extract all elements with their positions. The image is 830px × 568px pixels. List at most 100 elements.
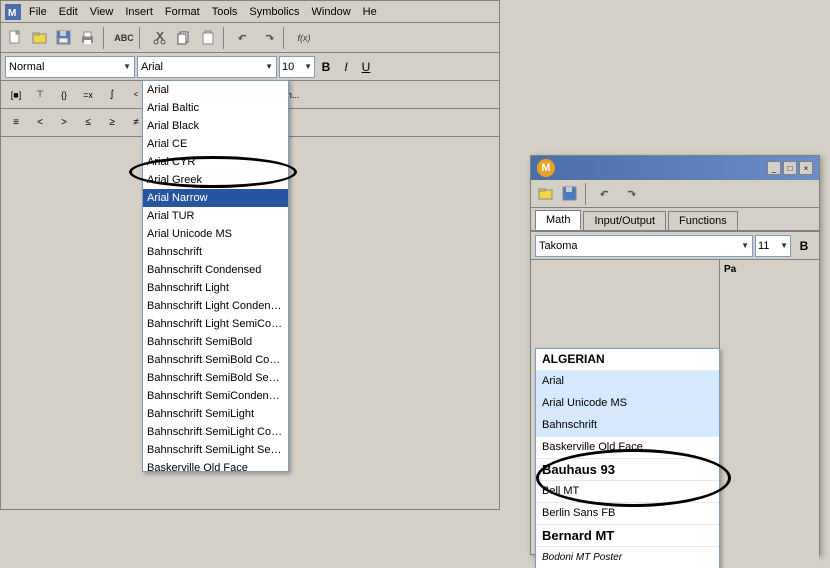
font-item-arial-baltic[interactable]: Arial Baltic xyxy=(143,99,288,117)
menu-edit[interactable]: Edit xyxy=(55,6,82,18)
sec-maximize-btn[interactable]: □ xyxy=(783,161,797,175)
sec-titlebar: M _ □ × xyxy=(531,156,819,180)
font-item-arial-unicode[interactable]: Arial Unicode MS xyxy=(143,225,288,243)
menu-symbolics[interactable]: Symbolics xyxy=(245,6,303,18)
sec-font-algerian[interactable]: ALGERIAN xyxy=(536,349,719,371)
cut-button[interactable] xyxy=(149,27,171,49)
font-list-scroll[interactable]: Arial Arial Baltic Arial Black Arial CE … xyxy=(143,81,288,471)
integral-btn[interactable]: ∫ xyxy=(101,84,123,106)
font-item-arial-cyr[interactable]: Arial CYR xyxy=(143,153,288,171)
font-item-bahnschrift-scond[interactable]: Bahnschrift SemiCondensed xyxy=(143,387,288,405)
menu-view[interactable]: View xyxy=(86,6,118,18)
sec-font-value: Takoma xyxy=(539,240,578,252)
print-button[interactable] xyxy=(77,27,99,49)
align-btn[interactable]: ⊤ xyxy=(29,84,51,106)
font-item-bahnschrift-sl[interactable]: Bahnschrift SemiLight xyxy=(143,405,288,423)
geq-btn[interactable]: ≥ xyxy=(101,112,123,134)
tab-math[interactable]: Math xyxy=(535,210,581,230)
sec-size-selector[interactable]: 11 ▼ xyxy=(755,235,791,257)
font-item-bahnschrift-slc[interactable]: Bahnschrift SemiLight Conder xyxy=(143,423,288,441)
menu-window[interactable]: Window xyxy=(308,6,355,18)
sec-undo-btn[interactable] xyxy=(595,183,617,205)
redo-button[interactable] xyxy=(257,27,279,49)
style-selector[interactable]: Normal ▼ xyxy=(5,56,135,78)
sec-save-btn[interactable] xyxy=(559,183,581,205)
menu-file[interactable]: File xyxy=(25,6,51,18)
size-value: 10 xyxy=(282,61,294,73)
font-item-baskerville[interactable]: Baskerville Old Face xyxy=(143,459,288,471)
underline-button[interactable]: U xyxy=(357,57,375,77)
sec-font-baskerville[interactable]: Baskerville Old Face xyxy=(536,437,719,459)
less-btn[interactable]: < xyxy=(29,112,51,134)
spell-button[interactable]: ABC xyxy=(113,27,135,49)
bracket-btn[interactable]: {} xyxy=(53,84,75,106)
sec-font-bauhaus[interactable]: Bauhaus 93 xyxy=(536,459,719,481)
font-dropdown-main: Arial Arial Baltic Arial Black Arial CE … xyxy=(142,80,289,472)
font-item-arial-ce[interactable]: Arial CE xyxy=(143,135,288,153)
find-button[interactable]: f(x) xyxy=(293,27,315,49)
sec-font-arial[interactable]: Arial xyxy=(536,371,719,393)
font-item-arial-tur[interactable]: Arial TUR xyxy=(143,207,288,225)
svg-text:M: M xyxy=(8,8,16,19)
sec-size-value: 11 xyxy=(758,240,769,252)
matrix-btn[interactable]: [■] xyxy=(5,84,27,106)
font-item-bahnschrift-sbc[interactable]: Bahnschrift SemiBold Conden xyxy=(143,351,288,369)
font-item-bahnschrift-lsc[interactable]: Bahnschrift Light SemiConder xyxy=(143,315,288,333)
copy-button[interactable] xyxy=(173,27,195,49)
open-button[interactable] xyxy=(29,27,51,49)
size-selector[interactable]: 10 ▼ xyxy=(279,56,315,78)
sec-close-btn[interactable]: × xyxy=(799,161,813,175)
font-item-bahnschrift-sbsc[interactable]: Bahnschrift SemiBold SemiCor xyxy=(143,369,288,387)
new-button[interactable] xyxy=(5,27,27,49)
font-item-arial-greek[interactable]: Arial Greek xyxy=(143,171,288,189)
font-item-bahnschrift[interactable]: Bahnschrift xyxy=(143,243,288,261)
font-item-arial-narrow[interactable]: Arial Narrow xyxy=(143,189,288,207)
bold-button[interactable]: B xyxy=(317,57,335,77)
sec-font-bernard[interactable]: Bernard MT xyxy=(536,525,719,547)
save-button[interactable] xyxy=(53,27,75,49)
font-item-bahnschrift-lc[interactable]: Bahnschrift Light Condensed xyxy=(143,297,288,315)
font-item-bahnschrift-sb[interactable]: Bahnschrift SemiBold xyxy=(143,333,288,351)
leq-btn[interactable]: ≤ xyxy=(77,112,99,134)
sec-font-selector[interactable]: Takoma ▼ xyxy=(535,235,753,257)
main-window: M File Edit View Insert Format Tools Sym… xyxy=(0,0,500,510)
style-arrow: ▼ xyxy=(123,62,131,71)
sec-font-bell[interactable]: Bell MT xyxy=(536,481,719,503)
sec-font-list[interactable]: ALGERIAN Arial Arial Unicode MS Bahnschr… xyxy=(536,349,719,568)
tab-inputoutput[interactable]: Input/Output xyxy=(583,211,666,230)
sec-content-area: ALGERIAN Arial Arial Unicode MS Bahnschr… xyxy=(531,260,819,568)
menu-insert[interactable]: Insert xyxy=(121,6,157,18)
font-item-bahnschrift-cond[interactable]: Bahnschrift Condensed xyxy=(143,261,288,279)
sec-font-bodoni[interactable]: Bodoni MT Poster xyxy=(536,547,719,568)
sec-fmt-row: Takoma ▼ 11 ▼ B xyxy=(531,232,819,260)
sec-font-berlin[interactable]: Berlin Sans FB xyxy=(536,503,719,525)
greater-btn[interactable]: > xyxy=(53,112,75,134)
menu-tools[interactable]: Tools xyxy=(208,6,242,18)
equals-btn[interactable]: =x xyxy=(77,84,99,106)
sec-font-bahnschrift[interactable]: Bahnschrift xyxy=(536,415,719,437)
menu-format[interactable]: Format xyxy=(161,6,204,18)
undo-button[interactable] xyxy=(233,27,255,49)
format-toolbar: Normal ▼ Arial ▼ 10 ▼ B I U xyxy=(1,53,499,81)
sec-bold-btn[interactable]: B xyxy=(793,235,815,257)
secondary-window: M _ □ × Math Input/Output Functions Tako… xyxy=(530,155,820,555)
sec-size-arrow: ▼ xyxy=(780,241,788,250)
font-selector[interactable]: Arial ▼ xyxy=(137,56,277,78)
sec-toolbar xyxy=(531,180,819,208)
tab-functions[interactable]: Functions xyxy=(668,211,738,230)
sec-side-panel: Pa xyxy=(719,260,819,568)
font-item-arial-black[interactable]: Arial Black xyxy=(143,117,288,135)
sec-minimize-btn[interactable]: _ xyxy=(767,161,781,175)
menu-help[interactable]: He xyxy=(359,6,381,18)
paste-button[interactable] xyxy=(197,27,219,49)
sec-open-btn[interactable] xyxy=(535,183,557,205)
italic-button[interactable]: I xyxy=(337,57,355,77)
sec-font-arial-unicode[interactable]: Arial Unicode MS xyxy=(536,393,719,415)
equiv-btn[interactable]: ≡ xyxy=(5,112,27,134)
sec-redo-btn[interactable] xyxy=(619,183,641,205)
font-value: Arial xyxy=(141,61,163,73)
font-item-bahnschrift-light[interactable]: Bahnschrift Light xyxy=(143,279,288,297)
font-item-bahnschrift-slsc[interactable]: Bahnschrift SemiLight SemiCo xyxy=(143,441,288,459)
toolbar-separator-1 xyxy=(103,27,109,49)
font-item-arial[interactable]: Arial xyxy=(143,81,288,99)
